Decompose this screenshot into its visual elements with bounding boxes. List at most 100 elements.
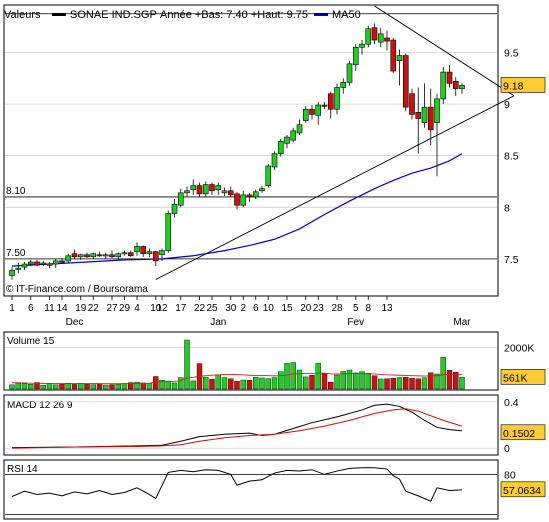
volume-bar [359,371,365,390]
candle-body [184,190,190,194]
price-y-tick-label: 9 [504,99,510,111]
price-last-text: 9.18 [503,80,524,92]
candle-body [340,82,347,88]
x-tick-label: 14 [56,303,68,314]
candle-body [346,63,353,83]
volume-bar [84,383,90,390]
candle-body [446,71,453,84]
price-last-value-badge: 9.18 [500,77,546,93]
volume-bar [103,384,109,390]
candle-body [171,203,178,214]
volume-bar [9,384,15,390]
candle-body [234,193,240,206]
candle-body [84,254,90,258]
candle-body [34,261,40,266]
candle-body [65,255,72,262]
candle-body [271,153,278,168]
x-tick-label: 5 [353,303,359,314]
candle-body [146,251,153,255]
price-y-tick-label: 7.5 [504,254,519,266]
x-tick-label: 25 [206,303,218,314]
candle-body [396,55,403,62]
volume-bar [228,378,234,390]
candle-body [434,98,440,123]
volume-bar [140,382,146,390]
volume-bar [284,363,290,390]
volume-bar [321,373,328,390]
volume-bar [353,372,359,390]
x-tick-label: 30 [225,303,237,314]
volume-bar [190,380,196,390]
volume-bar [259,377,265,390]
candle-body [327,93,334,110]
volume-bar [403,377,409,390]
volume-bar [453,372,459,390]
reference-line-label: 7.50 [6,248,26,259]
volume-bar [409,377,415,390]
x-tick-label: 11 [44,303,55,314]
volume-bar [184,339,190,390]
volume-bar [178,377,184,390]
x-tick-label: 2 [240,303,246,314]
candle-body [277,140,284,154]
candle-body [302,108,309,121]
candle-body [452,81,459,89]
candle-body [265,165,272,186]
candle-body [290,130,297,141]
volume-bar [328,381,334,390]
price-y-tick-label: 8.5 [504,151,519,163]
candle-body [196,185,203,195]
x-tick-label: 22 [88,303,100,314]
candle-body [109,254,115,258]
rsi-title: RSI 14 [7,464,38,475]
price-y-tick-label: 9.5 [504,47,519,59]
volume-bar [371,375,378,390]
candle-body [334,87,340,110]
candle-body [52,260,59,265]
volume-bar [459,377,465,390]
ma50-legend-label: MA50 [332,9,361,21]
candle-body [190,185,197,191]
candle-body [177,192,184,206]
volume-bar [440,357,446,390]
valeurs-label: Valeurs [4,9,41,21]
macd-last-value-badge: 0.1502 [500,424,546,441]
volume-bar [434,373,440,390]
volume-last-value-badge: 561K [500,369,546,385]
volume-bar [96,383,103,390]
volume-bar [278,371,284,390]
x-tick-label: 10 [263,303,275,314]
volume-bar [384,378,390,390]
volume-bar [390,377,396,390]
year-range-text: Année +Bas: 7.40 +Haut: 9.75 [160,9,308,21]
x-tick-label: 4 [134,303,140,314]
volume-bar [421,377,428,390]
x-tick-label: 8 [365,303,371,314]
candle-body [409,93,415,115]
volume-bar [90,384,96,390]
candle-body [134,246,140,252]
candle-body [384,37,390,42]
volume-title: Volume 15 [7,336,55,347]
volume-bar [296,369,303,390]
candle-body [9,269,15,276]
candle-body [165,213,172,251]
rsi-y-tick-label: 80 [504,469,516,481]
volume-bar [290,362,296,390]
volume-bar [428,372,434,390]
volume-bar [165,380,171,390]
volume-bar [365,373,371,390]
candle-body [209,184,215,192]
x-tick-label: 1 [9,303,15,314]
series-name: SONAE IND.SGP [70,9,157,21]
x-tick-label: 22 [194,303,206,314]
candle-body [159,250,165,256]
x-tick-label: 20 [300,303,312,314]
candle-body [102,254,109,257]
candle-body [427,106,434,131]
candle-body [77,254,84,258]
volume-bar [209,379,215,390]
x-month-label: Mar [453,317,471,328]
volume-bar [234,381,240,390]
volume-bar [71,384,78,390]
